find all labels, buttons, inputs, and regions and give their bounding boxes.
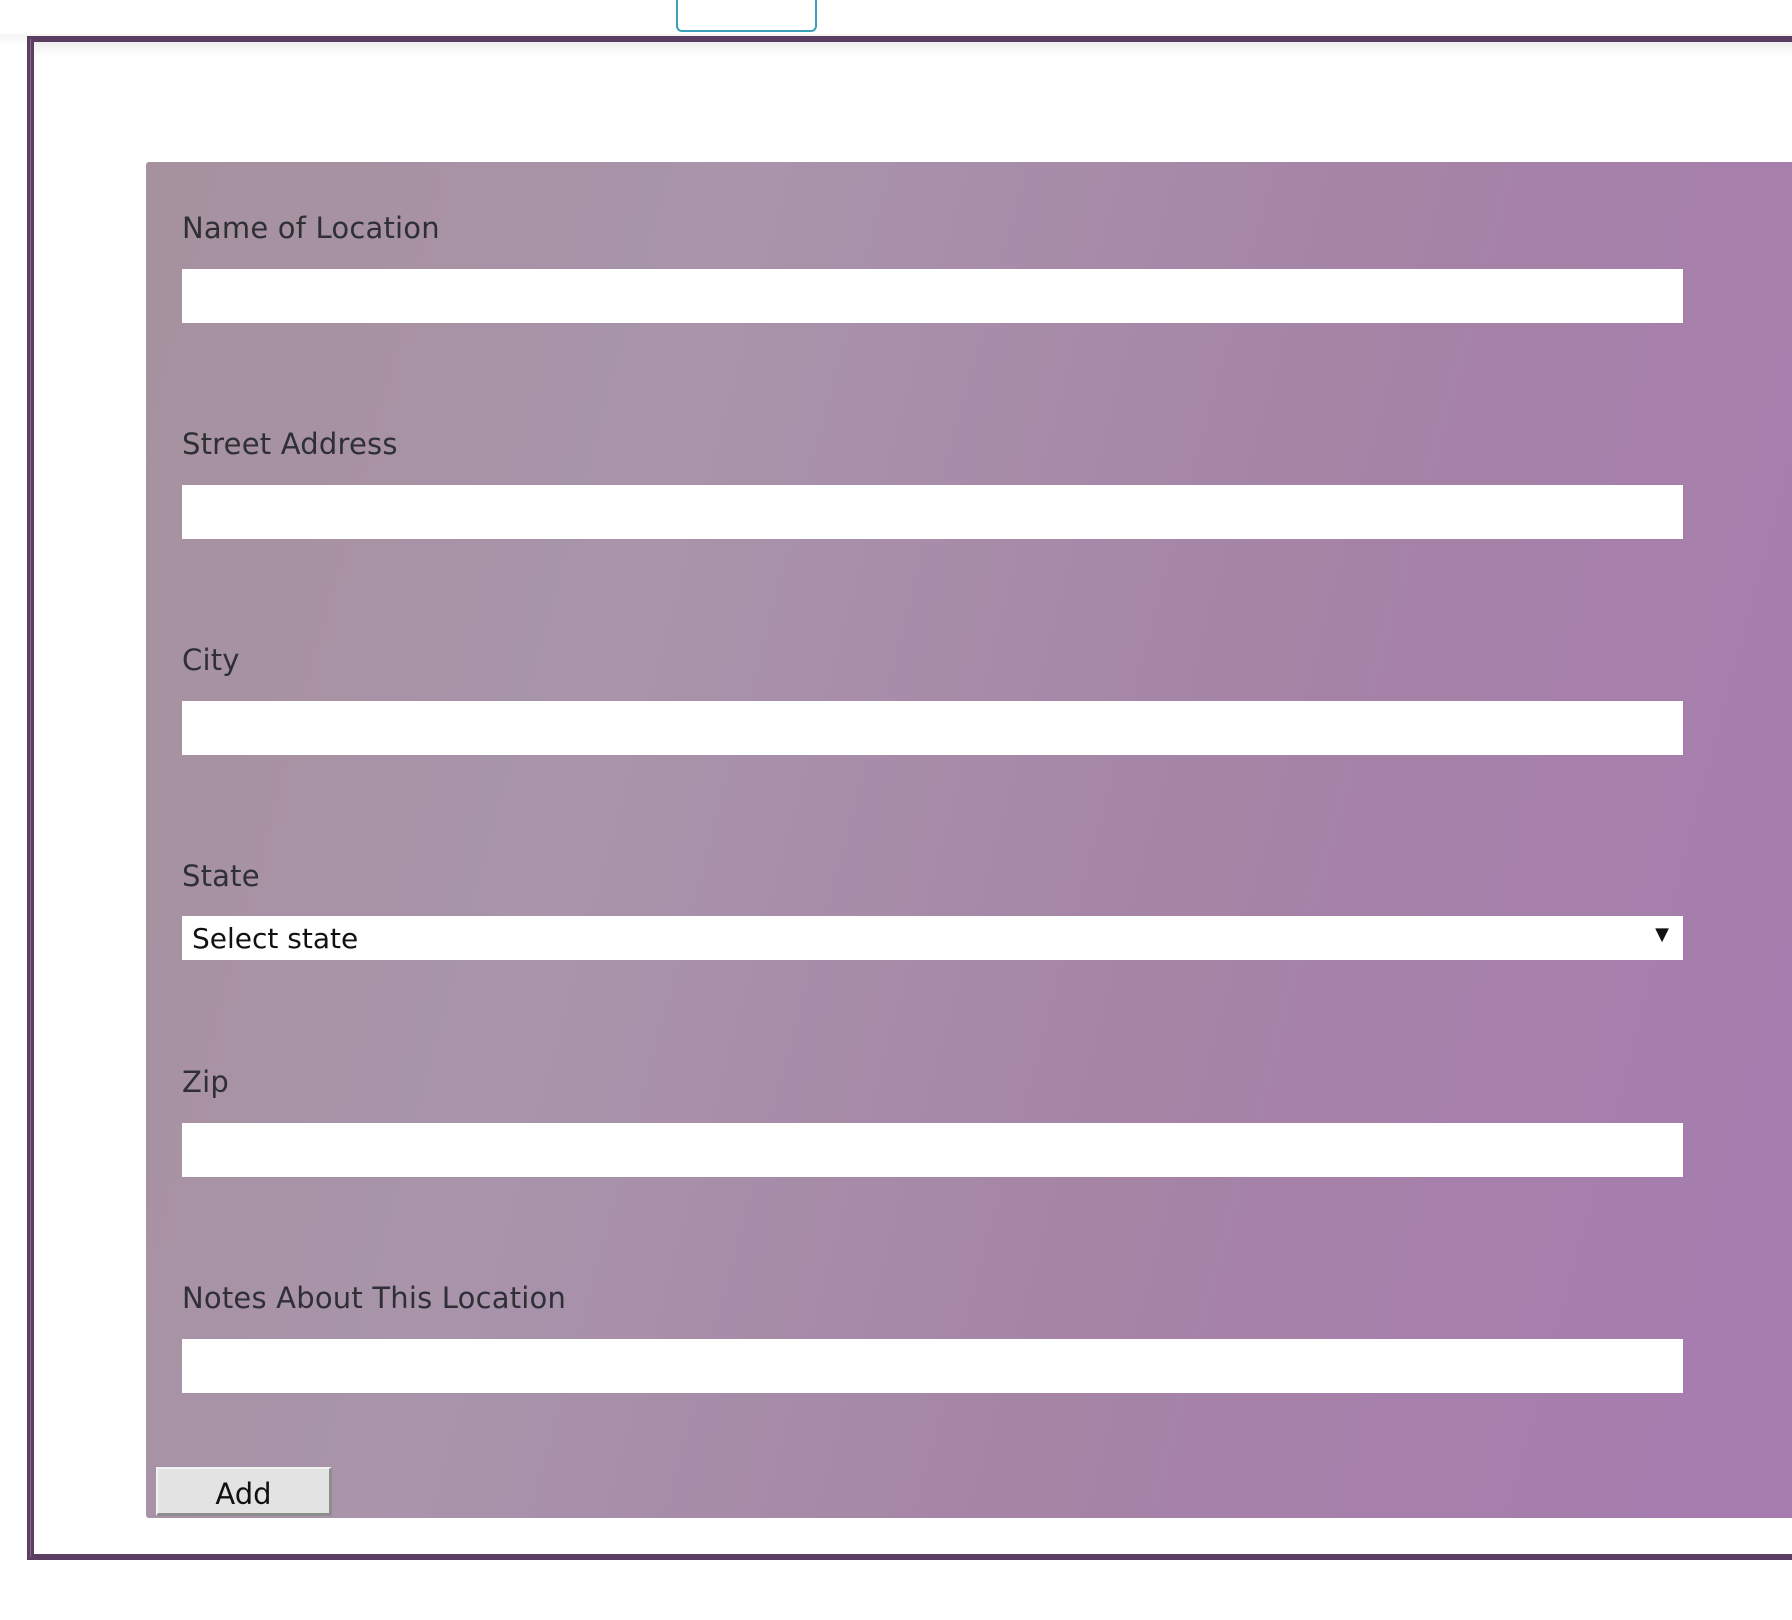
zip-label: Zip [182,1065,229,1099]
notes-input[interactable] [182,1339,1683,1393]
notes-label: Notes About This Location [182,1281,567,1315]
city-label: City [182,643,240,677]
page: Name of Location Street Address City Sta… [0,0,1792,1620]
state-select[interactable]: Select state ▼ [182,916,1683,960]
top-tab[interactable] [676,0,817,32]
street-address-label: Street Address [182,427,398,461]
city-input[interactable] [182,701,1683,755]
form-frame: Name of Location Street Address City Sta… [27,36,1792,1560]
add-button[interactable]: Add [156,1467,332,1516]
state-label: State [182,859,260,893]
name-of-location-label: Name of Location [182,211,440,245]
add-location-form: Name of Location Street Address City Sta… [146,162,1792,1518]
name-of-location-input[interactable] [182,269,1683,323]
zip-input[interactable] [182,1123,1683,1177]
street-address-input[interactable] [182,485,1683,539]
state-select-value: Select state [192,921,359,955]
chevron-down-icon: ▼ [1655,924,1669,945]
